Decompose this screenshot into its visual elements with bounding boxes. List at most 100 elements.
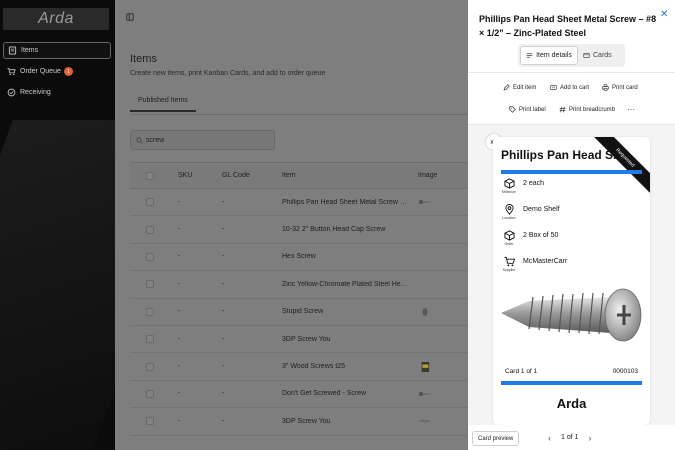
card-preview-button[interactable]: Card preview [472,431,520,446]
search-box[interactable] [130,130,275,150]
cell-sku: - [178,417,181,425]
more-actions-button[interactable]: ··· [627,105,635,114]
row-checkbox[interactable] [146,307,154,316]
card-field-order: Order 2 Box of 50 [501,230,558,246]
card-brand: Arda [556,396,587,411]
cell-item[interactable]: 10-32 2" Button Head Cap Screw [274,226,410,233]
screw-product-image [501,288,642,342]
card-pager: ‹ 1 of 1 › [543,431,597,444]
print-card-button[interactable]: Print card [602,84,638,91]
sidebar: Arda Items Order Queue 1 Receiving [0,0,115,450]
field-value: McMasterCarr [523,258,568,265]
cell-sku: - [178,253,181,261]
sidebar-item-receiving[interactable]: Receiving [3,84,111,101]
table-row[interactable]: - - Phillips Pan Head Sheet Metal Screw … [130,189,468,217]
cell-gl-code: - [222,363,225,371]
box-thumbnail-icon [421,361,430,372]
row-checkbox[interactable] [146,362,154,371]
cell-gl-code: - [222,335,225,343]
header-item[interactable]: Item [274,172,410,179]
cell-item[interactable]: Hex Screw [274,253,410,260]
tab-label: Item details [536,52,572,59]
edit-item-button[interactable]: Edit item [503,84,536,91]
table-row[interactable]: - - 10-32 2" Button Head Cap Screw [130,216,468,244]
sidebar-item-label: Order Queue [20,68,61,75]
print-label-button[interactable]: Print label [509,106,546,113]
cell-gl-code: - [222,198,225,206]
select-all-checkbox[interactable] [146,171,154,180]
drawer-title: Phillips Pan Head Sheet Metal Screw – #8… [479,14,657,38]
page-indicator: 1 of 1 [561,434,579,441]
cell-sku: - [178,390,181,398]
tab-item-details[interactable]: Item details [520,46,578,65]
logo-text: Arda [38,10,74,27]
row-checkbox[interactable] [146,335,154,344]
print-breadcrumb-button[interactable]: Print breadcrumb [559,106,615,113]
sidebar-item-label: Items [21,47,39,54]
sidebar-item-label: Receiving [20,89,51,96]
field-value: Demo Shelf [523,206,560,213]
tab-label: Cards [593,52,612,59]
bolt-thumbnail-icon [422,307,428,316]
add-to-cart-button[interactable]: Add to cart [550,84,589,91]
cell-item[interactable]: Phillips Pan Head Sheet Metal Screw – #8… [274,199,410,206]
edit-icon [503,84,510,91]
row-checkbox[interactable] [146,280,154,289]
cell-gl-code: - [222,308,225,316]
chevron-left-icon[interactable]: ‹ [543,431,556,444]
cell-gl-code: - [222,417,225,425]
search-input[interactable] [146,136,266,144]
cell-item[interactable]: 3DP Screw You [274,418,410,425]
card-title: Phillips Pan Head S... [501,148,624,162]
sidebar-item-items[interactable]: Items [3,42,111,59]
card-accent-bar [501,381,642,385]
header-image[interactable]: Image [410,172,468,179]
supplier-icon [503,256,515,267]
sidebar-item-order-queue[interactable]: Order Queue 1 [3,63,111,80]
table-row[interactable]: - - 3DP Screw You [130,326,468,354]
tab-cards[interactable]: Cards [578,46,617,65]
cell-item[interactable]: Zinc Yellow-Chromate Plated Steel Hex He… [274,281,410,288]
field-label: Order [504,242,514,246]
row-checkbox[interactable] [146,389,154,398]
table-row[interactable]: - - Stupid Screw [130,299,468,326]
page-subtitle: Create new items, print Kanban Cards, an… [130,70,326,77]
table-row[interactable]: - - Zinc Yellow-Chromate Plated Steel He… [130,271,468,299]
card-accent-bar [501,170,642,174]
page-title: Items [130,53,157,65]
tab-divider [130,114,468,115]
field-value: 2 Box of 50 [523,232,559,239]
close-icon[interactable]: ✕ [660,9,668,20]
action-label: Print label [519,106,546,113]
row-checkbox[interactable] [146,225,154,234]
screw-thumbnail-icon [419,391,431,396]
header-sku[interactable]: SKU [170,172,214,179]
sidebar-collapse-icon[interactable] [126,13,134,21]
list-icon [526,53,533,58]
row-checkbox[interactable] [146,252,154,261]
cart-icon [7,67,16,76]
header-gl-code[interactable]: GL Code [214,172,274,179]
table-row[interactable]: - - Don't Get Screwed - Screw [130,381,468,409]
tag-icon [509,106,516,113]
table-row[interactable]: - - 3" Wood Screws t25 [130,353,468,381]
row-checkbox[interactable] [146,417,154,426]
hash-icon [559,106,566,113]
cell-item[interactable]: Don't Get Screwed - Screw [274,390,410,397]
cell-item[interactable]: Stupid Screw [274,308,410,315]
printer-icon [602,84,609,91]
table-row[interactable]: - - 3DP Screw You [130,408,468,436]
table-row[interactable]: - - Hex Screw [130,244,468,272]
drawer-footer: Card preview ‹ 1 of 1 › [468,425,675,450]
order-queue-badge: 1 [63,67,73,76]
cell-sku: - [178,226,181,234]
sidebar-nav: Items Order Queue 1 Receiving [3,42,111,105]
chevron-right-icon[interactable]: › [584,431,597,444]
cell-item[interactable]: 3" Wood Screws t25 [274,363,410,370]
row-checkbox[interactable] [146,198,154,207]
tab-published-items[interactable]: Published Items [130,97,196,112]
cell-gl-code: - [222,226,225,234]
logo[interactable]: Arda [3,8,109,30]
screw-thumbnail-icon [419,200,431,205]
cell-item[interactable]: 3DP Screw You [274,336,410,343]
